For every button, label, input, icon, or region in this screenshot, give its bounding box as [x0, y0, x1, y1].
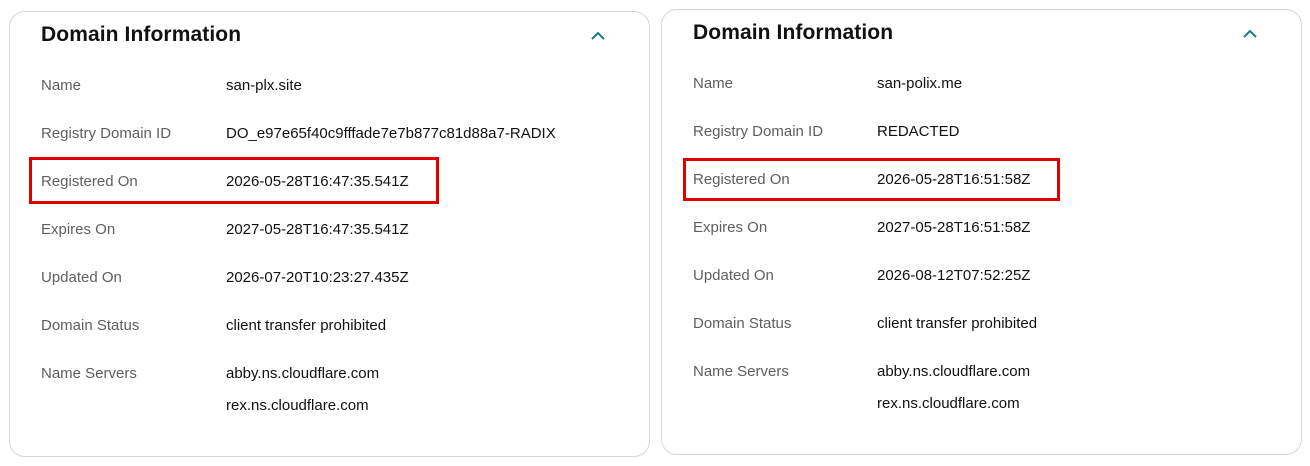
- row-name: Name san-polix.me: [693, 72, 1283, 96]
- expires-on-value: 2027-05-28T16:47:35.541Z: [226, 221, 409, 238]
- domain-status-value: client transfer prohibited: [877, 315, 1038, 332]
- row-domain-status: Domain Status client transfer prohibited: [693, 312, 1283, 336]
- name-servers-label: Name Servers: [41, 365, 137, 382]
- domain-status-label: Domain Status: [41, 317, 140, 334]
- registry-id-label: Registry Domain ID: [41, 125, 172, 142]
- registry-id-value: DO_e97e65f40c9fffade7e7b877c81d88a7-RADI…: [226, 125, 556, 142]
- expires-on-label: Expires On: [693, 219, 768, 236]
- registry-id-label: Registry Domain ID: [693, 123, 824, 140]
- name-value: san-polix.me: [877, 75, 963, 92]
- row-expires-on: Expires On 2027-05-28T16:47:35.541Z: [41, 218, 631, 242]
- name-server-1: abby.ns.cloudflare.com: [226, 365, 380, 382]
- row-updated-on: Updated On 2026-08-12T07:52:25Z: [693, 264, 1283, 288]
- chevron-up-icon: [1243, 29, 1257, 38]
- name-label: Name: [41, 77, 82, 94]
- chevron-up-icon: [591, 31, 605, 40]
- updated-on-label: Updated On: [41, 269, 122, 286]
- name-value: san-plx.site: [226, 77, 302, 94]
- registered-on-label: Registered On: [41, 173, 138, 190]
- collapse-button[interactable]: [1238, 22, 1262, 46]
- domain-status-value: client transfer prohibited: [226, 317, 387, 334]
- name-server-2: rex.ns.cloudflare.com: [226, 397, 369, 414]
- domain-status-label: Domain Status: [693, 315, 792, 332]
- row-expires-on: Expires On 2027-05-28T16:51:58Z: [693, 216, 1283, 240]
- row-registered-on: Registered On 2026-05-28T16:47:35.541Z: [41, 170, 631, 194]
- row-name-servers: Name Servers abby.ns.cloudflare.com rex.…: [693, 360, 1283, 412]
- row-registry-domain-id: Registry Domain ID DO_e97e65f40c9fffade7…: [41, 122, 631, 146]
- updated-on-value: 2026-08-12T07:52:25Z: [877, 267, 1031, 284]
- expires-on-label: Expires On: [41, 221, 116, 238]
- domain-info-card-left: Domain Information Name san-plx.site Reg…: [9, 11, 650, 457]
- collapse-button[interactable]: [586, 24, 610, 48]
- expires-on-value: 2027-05-28T16:51:58Z: [877, 219, 1031, 236]
- name-server-1: abby.ns.cloudflare.com: [877, 363, 1031, 380]
- domain-info-card-right: Domain Information Name san-polix.me Reg…: [661, 9, 1302, 455]
- registered-on-value: 2026-05-28T16:47:35.541Z: [226, 173, 409, 190]
- registry-id-value: REDACTED: [877, 123, 960, 140]
- row-registry-domain-id: Registry Domain ID REDACTED: [693, 120, 1283, 144]
- updated-on-label: Updated On: [693, 267, 774, 284]
- row-domain-status: Domain Status client transfer prohibited: [41, 314, 631, 338]
- row-name-servers: Name Servers abby.ns.cloudflare.com rex.…: [41, 362, 631, 414]
- updated-on-value: 2026-07-20T10:23:27.435Z: [226, 269, 409, 286]
- row-name: Name san-plx.site: [41, 74, 631, 98]
- name-server-2: rex.ns.cloudflare.com: [877, 395, 1020, 412]
- row-registered-on: Registered On 2026-05-28T16:51:58Z: [693, 168, 1283, 192]
- name-label: Name: [693, 75, 734, 92]
- card-title: Domain Information: [41, 23, 242, 46]
- registered-on-label: Registered On: [693, 171, 790, 188]
- row-updated-on: Updated On 2026-07-20T10:23:27.435Z: [41, 266, 631, 290]
- card-title: Domain Information: [693, 21, 894, 44]
- name-servers-label: Name Servers: [693, 363, 789, 380]
- registered-on-value: 2026-05-28T16:51:58Z: [877, 171, 1031, 188]
